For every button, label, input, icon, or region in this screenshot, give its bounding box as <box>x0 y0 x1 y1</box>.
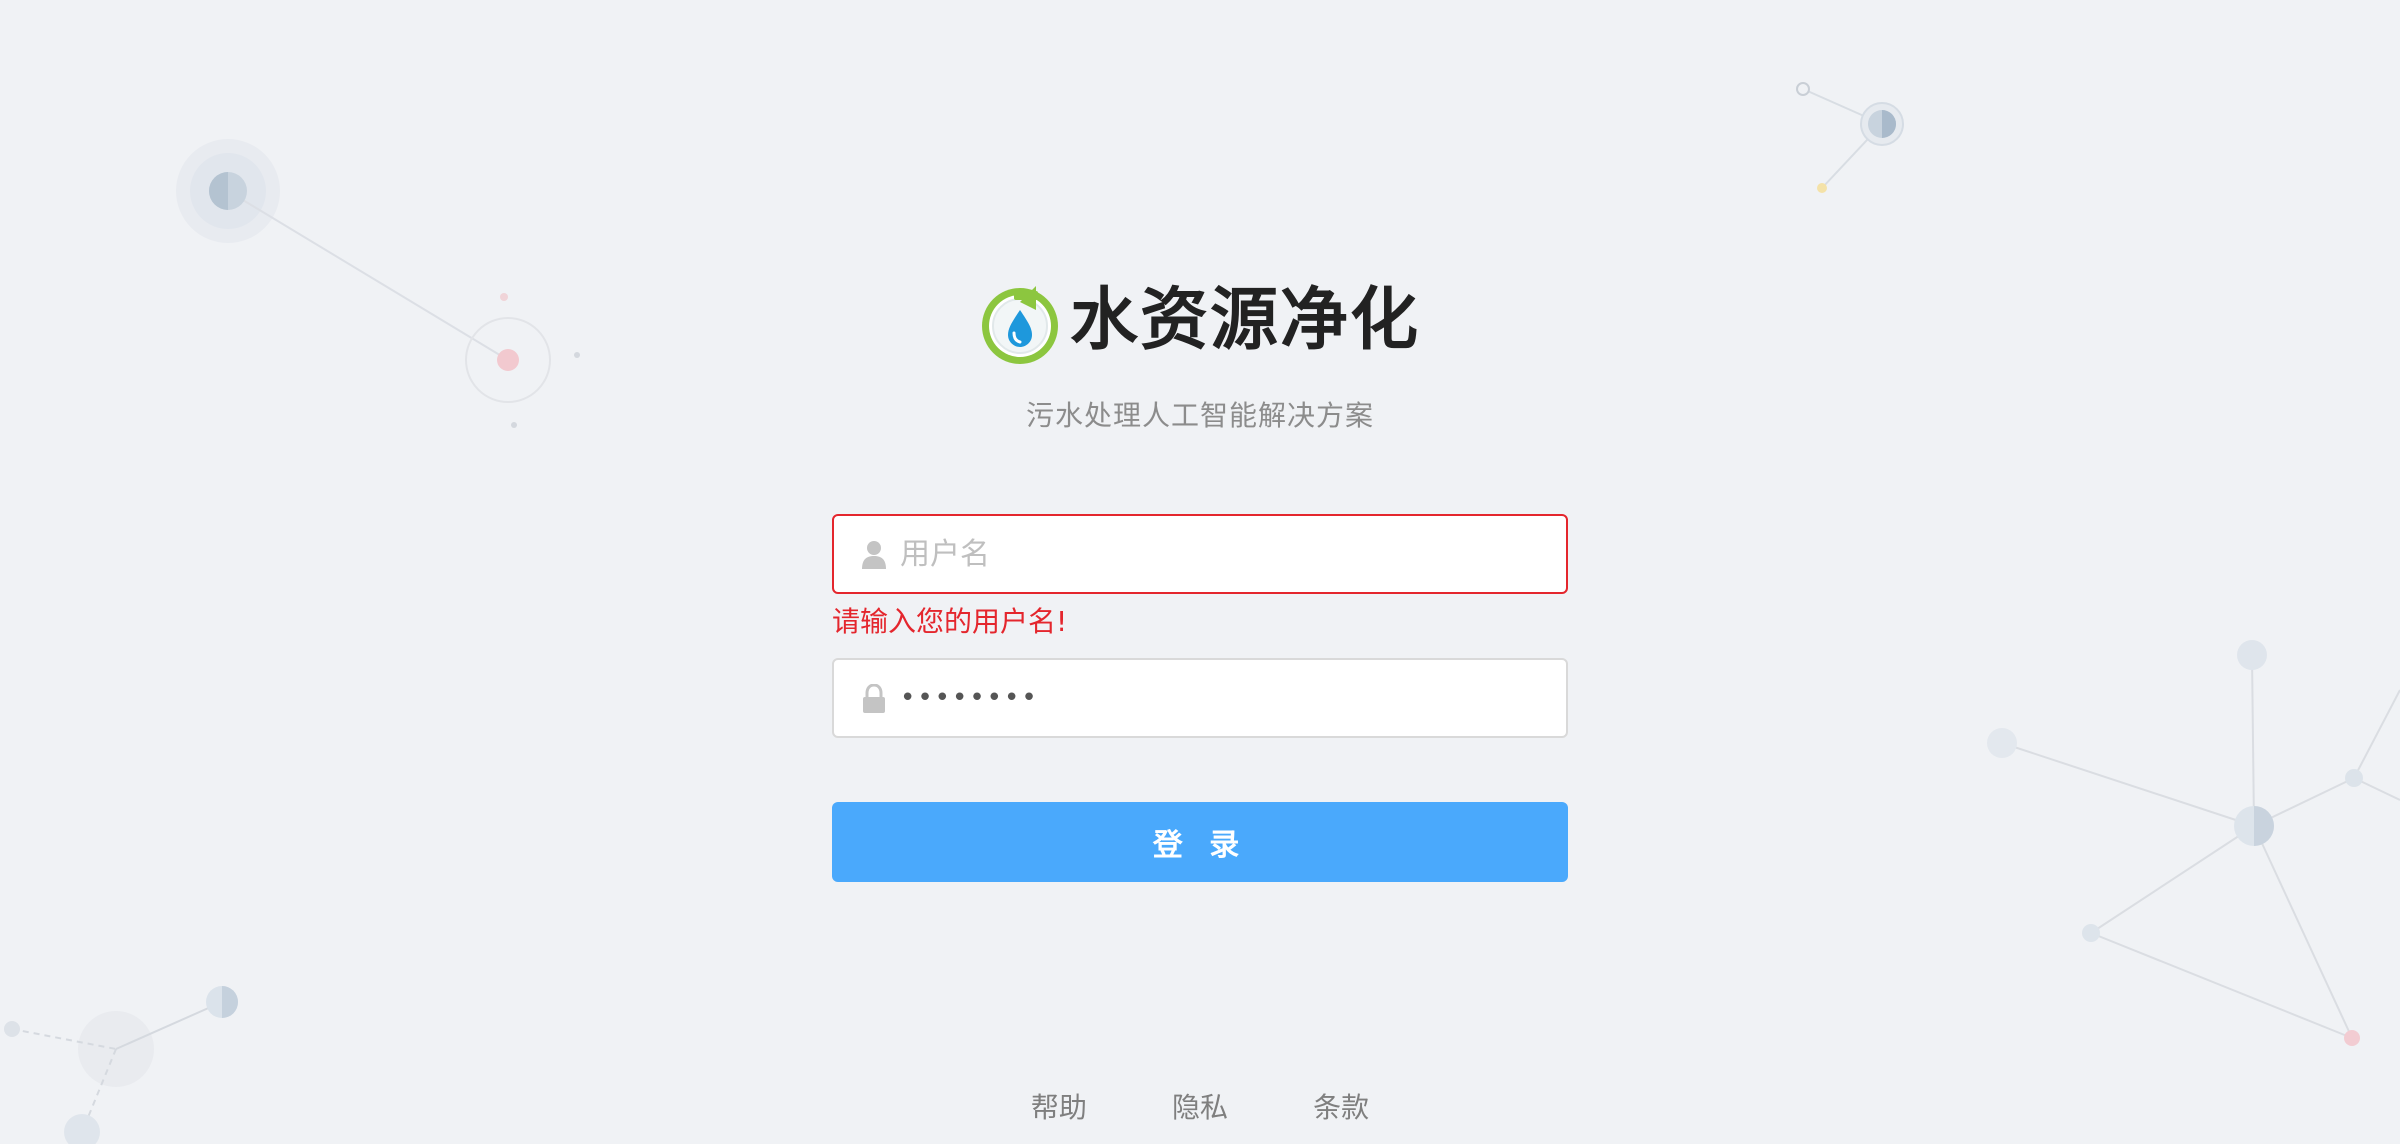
footer-link-help[interactable]: 帮助 <box>1031 1086 1087 1126</box>
username-error-message: 请输入您的用户名! <box>832 605 1068 638</box>
footer: 帮助 隐私 条款 <box>0 1086 2400 1126</box>
password-field[interactable] <box>832 658 1568 738</box>
login-form: 登 录 <box>832 514 1568 882</box>
header: 水资源净化 <box>0 276 2400 376</box>
login-button[interactable]: 登 录 <box>832 802 1568 882</box>
user-icon <box>862 541 886 569</box>
app-subtitle: 污水处理人工智能解决方案 <box>1025 399 1374 432</box>
footer-link-privacy[interactable]: 隐私 <box>1172 1086 1228 1126</box>
username-field[interactable] <box>832 514 1568 594</box>
water-drop-recycle-logo <box>982 286 1058 364</box>
lock-icon <box>863 684 885 713</box>
app-title: 水资源净化 <box>1070 281 1421 360</box>
username-input[interactable] <box>900 516 1540 592</box>
footer-link-terms[interactable]: 条款 <box>1313 1086 1369 1126</box>
password-input[interactable] <box>900 660 1540 736</box>
brand: 水资源净化 <box>978 276 1420 366</box>
